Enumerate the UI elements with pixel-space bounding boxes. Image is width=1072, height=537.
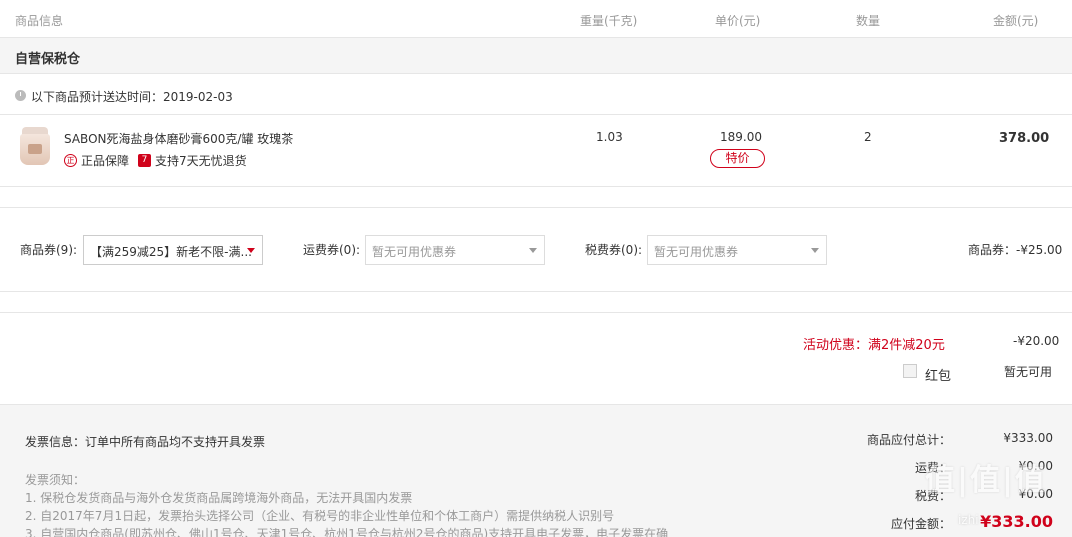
special-price-badge: 特价 — [710, 149, 765, 168]
payable-label: 应付金额： — [890, 517, 951, 531]
product-coupon-label: 商品券(9): — [20, 243, 78, 257]
red-packet-checkbox[interactable] — [903, 364, 917, 378]
item-unit-price: 189.00 — [720, 130, 762, 144]
tax-coupon-select[interactable]: 暂无可用优惠券 — [647, 235, 827, 265]
return-icon: 7 — [138, 154, 151, 167]
authentic-guarantee-tag: 正 正品保障 — [64, 152, 129, 169]
item-amount: 378.00 — [999, 131, 1050, 146]
shipping-coupon-select[interactable]: 暂无可用优惠券 — [365, 235, 545, 265]
invoice-notes: 发票须知： 1. 保税仓发货商品与海外仓发货商品属跨境海外商品，无法开具国内发票… — [25, 471, 668, 537]
invoice-note-1: 1. 保税仓发货商品与海外仓发货商品属跨境海外商品，无法开具国内发票 — [25, 491, 413, 505]
product-name-link[interactable]: SABON死海盐身体磨砂膏600克/罐 玫瑰茶 — [64, 130, 293, 147]
product-coupon-select[interactable]: 【满259减25】新老不限-满... — [83, 235, 263, 265]
col-product-header: 商品信息 — [15, 14, 64, 28]
divider — [0, 292, 1072, 313]
red-packet-label: 红包 — [925, 369, 952, 384]
warehouse-title: 自营保税仓 — [15, 52, 81, 67]
clock-icon — [15, 90, 26, 101]
shipping-coupon-label: 运费券(0): — [303, 243, 361, 257]
col-weight-header: 重量(千克) — [580, 14, 638, 28]
invoice-note-2: 2. 自2017年7月1日起，发票抬头选择公司（企业、有税号的非企业性单位和个体… — [25, 509, 615, 523]
delivery-info: 以下商品预计送达时间：2019-02-03 — [0, 74, 1072, 115]
site-watermark: 值|值|值 — [925, 463, 1047, 498]
invoice-note-3: 3. 自营国内仓商品(即苏州仓、佛山1号仓、天津1号仓、杭州1号仓与杭州2号仓的… — [25, 527, 669, 537]
chevron-down-icon — [247, 248, 255, 253]
col-amount-header: 金额(元) — [993, 14, 1039, 28]
subtotal-label: 商品应付总计： — [866, 433, 951, 447]
chevron-down-icon — [529, 248, 537, 253]
authentic-icon: 正 — [64, 154, 77, 167]
divider — [0, 187, 1072, 208]
cart-item-row: SABON死海盐身体磨砂膏600克/罐 玫瑰茶 正 正品保障 7 支持7天无忧退… — [0, 115, 1072, 187]
tax-coupon-label: 税费券(0): — [585, 243, 643, 257]
subtotal-value: ¥333.00 — [1003, 431, 1053, 445]
order-summary-panel: 发票信息：订单中所有商品均不支持开具发票 发票须知： 1. 保税仓发货商品与海外… — [0, 404, 1072, 537]
authentic-label: 正品保障 — [81, 154, 130, 168]
coupon-section: 商品券(9): 【满259减25】新老不限-满... 运费券(0): 暂无可用优… — [0, 208, 1072, 292]
red-packet-status: 暂无可用 — [1004, 365, 1053, 379]
delivery-text: 以下商品预计送达时间：2019-02-03 — [31, 90, 233, 104]
shipping-coupon-placeholder: 暂无可用优惠券 — [372, 245, 457, 259]
cart-table-header: 商品信息 重量(千克) 单价(元) 数量 金额(元) — [0, 0, 1072, 38]
return-policy-tag: 7 支持7天无忧退货 — [138, 152, 247, 169]
product-thumbnail[interactable] — [20, 127, 50, 165]
item-weight: 1.03 — [596, 130, 623, 144]
return-label: 支持7天无忧退货 — [155, 154, 247, 168]
invoice-notes-title: 发票须知： — [25, 473, 86, 487]
coupon-discount-text: 商品券：-¥25.00 — [968, 243, 1063, 257]
col-qty-header: 数量 — [856, 14, 881, 28]
chevron-down-icon — [811, 248, 819, 253]
promotion-amount: -¥20.00 — [1013, 334, 1060, 348]
site-watermark-sub: izhi — [958, 513, 979, 527]
promotion-text: 活动优惠：满2件减20元 — [803, 338, 945, 353]
col-unit-price-header: 单价(元) — [715, 14, 761, 28]
item-qty: 2 — [864, 130, 872, 144]
tax-coupon-placeholder: 暂无可用优惠券 — [654, 245, 739, 259]
warehouse-section: 自营保税仓 — [0, 38, 1072, 74]
invoice-info: 发票信息：订单中所有商品均不支持开具发票 — [25, 435, 266, 449]
product-coupon-value: 【满259减25】新老不限-满... — [90, 245, 252, 259]
